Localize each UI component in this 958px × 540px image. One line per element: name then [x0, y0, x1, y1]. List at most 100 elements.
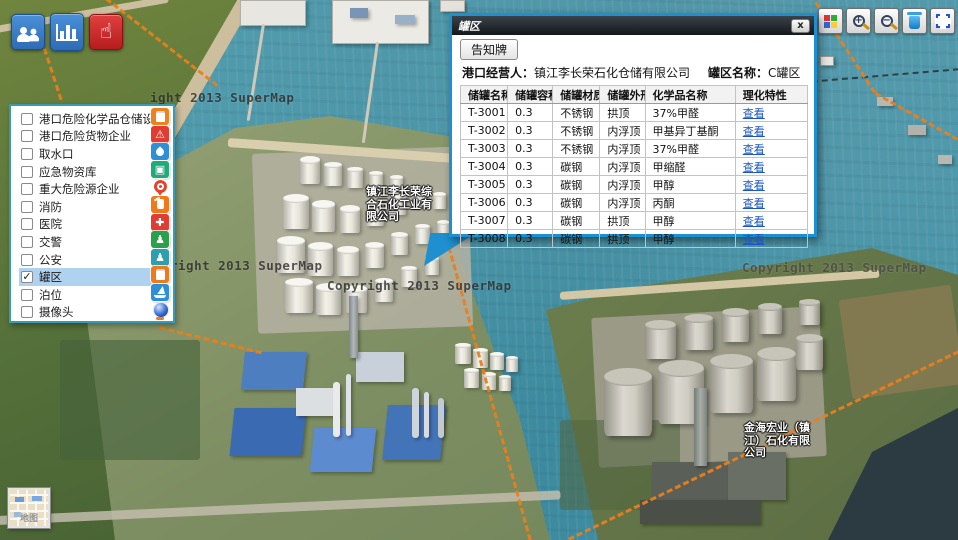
traffic-police-icon: ♟	[151, 231, 169, 248]
zoom-in-button[interactable]: +	[846, 8, 871, 34]
tank	[365, 243, 384, 268]
notice-board-button[interactable]: 告知牌	[460, 39, 518, 60]
layer-label: 消防	[39, 199, 62, 215]
touch-select-button[interactable]: ☝	[89, 14, 123, 50]
tank	[645, 322, 676, 359]
personnel-button[interactable]	[11, 14, 45, 50]
full-extent-button[interactable]	[930, 8, 955, 34]
minimap-label: 地图	[10, 511, 48, 524]
checkbox[interactable]	[21, 218, 33, 230]
checkbox[interactable]	[21, 289, 33, 301]
sidebar-item-danger-source[interactable]: 重大危险源企业	[19, 180, 157, 198]
tank	[799, 300, 820, 325]
checkbox-checked[interactable]	[21, 271, 33, 283]
factory-building	[296, 388, 338, 416]
layer-label: 交警	[39, 234, 62, 250]
layer-label: 港口危险化学品仓储设施	[39, 111, 166, 127]
layer-panel: 港口危险化学品仓储设施 港口危险货物企业 取水口 应急物资库 重大危险源企业 消…	[9, 104, 175, 323]
factory-building	[241, 352, 307, 390]
sidebar-item-camera[interactable]: 摄像头	[19, 304, 157, 322]
view-link[interactable]: 查看	[743, 107, 765, 120]
tank	[604, 372, 652, 436]
supermap-watermark: Copyright 2013 SuperMap	[742, 260, 927, 275]
view-link[interactable]: 查看	[743, 215, 765, 228]
sidebar-item-storage-facility[interactable]: 港口危险化学品仓储设施	[19, 110, 157, 128]
zoom-out-icon: −	[881, 15, 893, 27]
tank	[324, 163, 342, 186]
dialog-title: 罐区	[458, 18, 480, 34]
checkbox[interactable]	[21, 130, 33, 142]
checkbox[interactable]	[21, 236, 33, 248]
statistics-button[interactable]	[50, 13, 84, 51]
sidebar-item-hazard-cargo[interactable]: 港口危险货物企业	[19, 128, 157, 146]
zoom-in-icon: +	[853, 15, 865, 27]
clear-button[interactable]	[902, 8, 927, 34]
tank	[312, 202, 335, 232]
tank	[283, 196, 309, 229]
view-link[interactable]: 查看	[743, 143, 765, 156]
company-label: 镇江李长荣综合石化工业有限公司	[366, 186, 432, 224]
emergency-supplies-icon: ▣	[151, 161, 169, 178]
tank	[340, 207, 360, 233]
close-icon[interactable]: x	[791, 19, 810, 33]
distillation-column	[438, 398, 444, 438]
tank-area-icon	[151, 266, 169, 283]
sidebar-item-tank-area[interactable]: 罐区	[19, 268, 157, 286]
sidebar-item-berth[interactable]: 泊位	[19, 286, 157, 304]
checkbox[interactable]	[21, 183, 33, 195]
checkbox[interactable]	[21, 254, 33, 266]
minimap-toggle[interactable]: 地图	[8, 488, 50, 528]
table-row: T-30030.3不锈钢内浮顶37%甲醛查看	[461, 140, 808, 158]
layer-label: 摄像头	[39, 304, 74, 320]
layer-icon-column: ⚠ ▣ ✚ ♟ ♟	[151, 108, 170, 319]
layer-label: 泊位	[39, 287, 62, 303]
checkbox[interactable]	[21, 148, 33, 160]
checkbox[interactable]	[21, 113, 33, 125]
pier	[240, 0, 306, 26]
view-link[interactable]: 查看	[743, 179, 765, 192]
legend-button[interactable]	[818, 8, 843, 34]
checkbox[interactable]	[21, 166, 33, 178]
view-link[interactable]: 查看	[743, 161, 765, 174]
mooring-structure	[938, 155, 952, 164]
full-extent-icon	[936, 14, 950, 28]
layer-label: 医院	[39, 216, 62, 232]
trash-icon	[909, 16, 920, 29]
view-link[interactable]: 查看	[743, 233, 765, 246]
sidebar-item-hospital[interactable]: 医院	[19, 216, 157, 234]
factory-building	[356, 352, 404, 382]
checkbox[interactable]	[21, 306, 33, 318]
dialog-titlebar[interactable]: 罐区 x	[452, 16, 814, 35]
table-header-row: 储罐名称储罐容积储罐材质储罐外形化学品名称理化特性	[461, 86, 808, 104]
chimney	[349, 296, 358, 358]
distillation-column	[346, 374, 351, 436]
tank	[722, 310, 749, 342]
sidebar-item-traffic-police[interactable]: 交警	[19, 233, 157, 251]
tank	[300, 158, 320, 184]
layer-label: 取水口	[39, 146, 74, 162]
map-canvas[interactable]: ight 2013 SuperMap Copyright 2013 SuperM…	[0, 0, 958, 540]
layer-label: 港口危险货物企业	[39, 128, 131, 144]
view-link[interactable]: 查看	[743, 125, 765, 138]
tank	[464, 369, 479, 388]
layer-label: 罐区	[39, 269, 62, 285]
sidebar-item-police[interactable]: 公安	[19, 251, 157, 269]
sidebar-item-water-intake[interactable]: 取水口	[19, 145, 157, 163]
view-link[interactable]: 查看	[743, 197, 765, 210]
hospital-cross-icon: ✚	[151, 214, 169, 231]
water-intake-icon	[151, 143, 169, 160]
table-row: T-30050.3碳钢内浮顶甲醇查看	[461, 176, 808, 194]
distillation-column	[424, 392, 429, 438]
layer-label: 应急物资库	[39, 164, 97, 180]
zoom-out-button[interactable]: −	[874, 8, 899, 34]
tank	[499, 376, 511, 391]
supermap-watermark: right 2013 SuperMap	[170, 258, 323, 273]
sidebar-item-fire[interactable]: 消防	[19, 198, 157, 216]
sidebar-item-emergency-supplies[interactable]: 应急物资库	[19, 163, 157, 181]
checkbox[interactable]	[21, 201, 33, 213]
table-row: T-30070.3碳钢拱顶甲醇查看	[461, 212, 808, 230]
tank	[490, 353, 504, 370]
storage-facility-icon	[151, 108, 169, 125]
distillation-column	[412, 388, 419, 438]
chimney	[694, 388, 707, 466]
